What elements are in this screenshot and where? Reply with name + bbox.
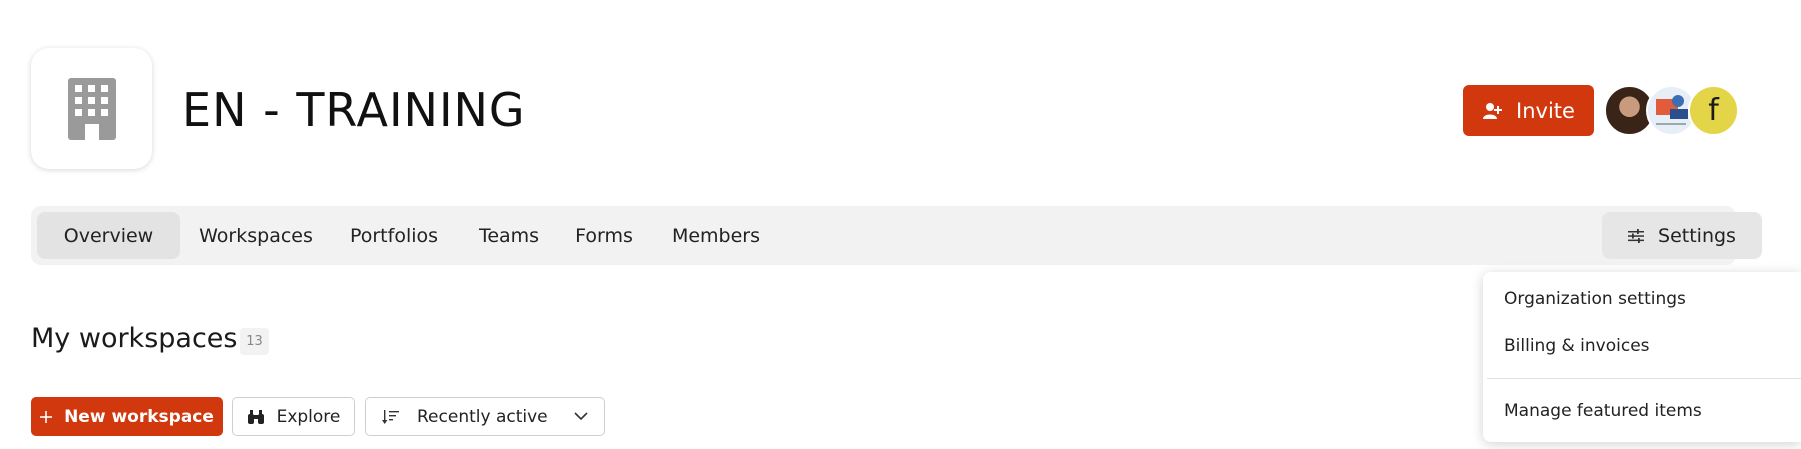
new-workspace-button[interactable]: New workspace [31,397,223,436]
settings-menu: Organization settings Billing & invoices… [1483,272,1801,442]
explore-label: Explore [276,406,341,427]
menu-item-billing-invoices[interactable]: Billing & invoices [1483,334,1801,358]
tab-members[interactable]: Members [659,212,773,259]
avatar-initial: f [1708,93,1719,128]
menu-item-organization-settings[interactable]: Organization settings [1483,287,1801,311]
sort-select[interactable]: Recently active [365,397,605,436]
chevron-down-icon [574,412,588,421]
settings-label: Settings [1658,224,1736,247]
invite-label: Invite [1516,98,1575,123]
building-icon [67,77,116,140]
sort-icon [382,409,399,424]
avatar[interactable]: f [1688,85,1739,136]
plus-icon [40,410,53,423]
member-avatars[interactable]: f [1604,85,1739,136]
tab-teams[interactable]: Teams [467,212,551,259]
tab-workspaces[interactable]: Workspaces [191,212,321,259]
settings-button[interactable]: Settings [1602,212,1762,259]
workspace-count-badge: 13 [240,328,269,355]
invite-button[interactable]: Invite [1463,85,1594,136]
tab-portfolios[interactable]: Portfolios [334,212,454,259]
section-title: My workspaces [31,323,238,354]
org-tabs: Overview Workspaces Portfolios Teams For… [31,206,1762,265]
tab-forms[interactable]: Forms [562,212,646,259]
add-user-icon [1483,102,1503,119]
menu-divider [1487,378,1801,379]
new-workspace-label: New workspace [64,406,214,427]
sliders-icon [1628,228,1645,243]
page-title: EN - TRAINING [182,83,526,137]
sort-selected-label: Recently active [417,406,548,427]
menu-item-manage-featured-items[interactable]: Manage featured items [1483,399,1801,423]
org-logo [31,48,152,169]
binoculars-icon [247,409,264,424]
tab-overview[interactable]: Overview [37,212,180,259]
explore-button[interactable]: Explore [232,397,355,436]
